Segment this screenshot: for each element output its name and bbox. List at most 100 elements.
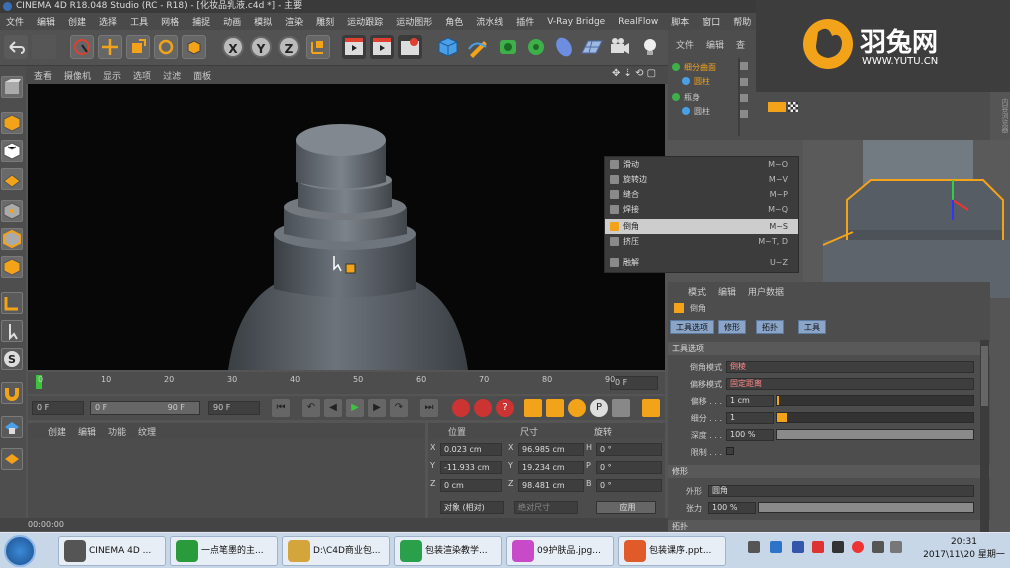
offset-mode-select[interactable]: 固定距离 — [726, 378, 974, 390]
play-button[interactable]: ▶ — [346, 399, 364, 417]
tension-field[interactable]: 100 % — [708, 502, 756, 514]
tab-topology[interactable]: 拓扑 — [756, 320, 784, 334]
size-field[interactable]: 96.985 cm — [518, 443, 584, 456]
viewport-menu-item[interactable]: 选项 — [133, 69, 151, 82]
rotation-field[interactable]: 0 ° — [596, 443, 662, 456]
key-rotation-button[interactable] — [568, 399, 586, 417]
position-field[interactable]: 0.023 cm — [440, 443, 502, 456]
subdivision-surface-icon[interactable] — [496, 35, 520, 59]
live-selection-icon[interactable] — [70, 35, 94, 59]
undo-button[interactable] — [4, 35, 28, 59]
go-to-end-button[interactable]: ⏭ — [420, 399, 438, 417]
phong-tag-icon[interactable] — [788, 102, 798, 112]
tab-shaping[interactable]: 修形 — [718, 320, 746, 334]
tray-volume-icon[interactable] — [890, 541, 902, 553]
make-editable-icon[interactable] — [1, 76, 23, 98]
context-menu-item[interactable]: 缝合 M~P — [605, 187, 798, 202]
array-icon[interactable] — [524, 35, 548, 59]
timeline-ruler[interactable]: 0 F 0 10 20 30 40 50 60 70 80 90 — [28, 372, 665, 394]
camera-icon[interactable] — [608, 35, 632, 59]
tray-shield-icon[interactable] — [832, 541, 844, 553]
current-frame-field[interactable]: 0 F — [610, 376, 658, 390]
points-mode-icon[interactable] — [1, 200, 23, 222]
floor-icon[interactable] — [580, 35, 604, 59]
om-menu-file[interactable]: 文件 — [676, 38, 694, 51]
key-parameter-button[interactable]: P — [590, 399, 608, 417]
limit-checkbox[interactable] — [726, 447, 734, 455]
lock-workplane-icon[interactable] — [1, 416, 23, 438]
menu-item[interactable]: 文件 — [6, 15, 24, 28]
tray-keyboard-icon[interactable] — [748, 541, 760, 553]
z-axis-lock-button[interactable]: Z — [278, 36, 300, 58]
keyframe-selection-button[interactable]: ? — [496, 399, 514, 417]
material-menu-item[interactable]: 编辑 — [78, 425, 96, 438]
menu-item[interactable]: 运动图形 — [396, 15, 432, 28]
position-field[interactable]: -11.933 cm — [440, 461, 502, 474]
section-shaping[interactable]: 修形 — [668, 465, 990, 478]
object-row[interactable]: 瓶身 — [672, 90, 700, 104]
attribute-scrollbar[interactable] — [980, 340, 989, 532]
menu-item[interactable]: 窗口 — [702, 15, 720, 28]
context-menu-item[interactable]: 焊接 M~Q — [605, 202, 798, 217]
taskbar-task[interactable]: D:\C4D商业包... — [282, 536, 390, 566]
menu-item[interactable]: 流水线 — [476, 15, 503, 28]
material-menu-item[interactable]: 创建 — [48, 425, 66, 438]
frame-range-slider[interactable]: 0 F 90 F — [90, 401, 200, 415]
tweak-mode-icon[interactable] — [1, 320, 23, 342]
viewport-menu-item[interactable]: 显示 — [103, 69, 121, 82]
coord-mode-select[interactable]: 对象 (相对) — [440, 501, 504, 514]
tray-security-icon[interactable] — [812, 541, 824, 553]
menu-item[interactable]: 动画 — [223, 15, 241, 28]
pen-spline-icon[interactable] — [466, 35, 490, 59]
attr-menu-edit[interactable]: 编辑 — [718, 285, 736, 298]
material-manager-area[interactable] — [28, 439, 425, 518]
taskbar-task[interactable]: CINEMA 4D ... — [58, 536, 166, 566]
object-row[interactable]: 圆柱 — [682, 104, 710, 118]
menu-item[interactable]: 网格 — [161, 15, 179, 28]
recent-tool-icon[interactable] — [182, 35, 206, 59]
menu-item[interactable]: 选择 — [99, 15, 117, 28]
timeline-window-button[interactable] — [642, 399, 660, 417]
size-field[interactable]: 19.234 cm — [518, 461, 584, 474]
render-to-picture-viewer-icon[interactable] — [370, 35, 394, 59]
menu-item[interactable]: 雕刻 — [316, 15, 334, 28]
context-menu-item[interactable]: 旋转边 M~V — [605, 172, 798, 187]
viewport-menu-item[interactable]: 摄像机 — [64, 69, 91, 82]
move-tool-icon[interactable] — [98, 35, 122, 59]
context-menu-item[interactable]: 融解 U~Z — [605, 255, 798, 270]
coordinate-system-icon[interactable] — [306, 35, 330, 59]
key-scale-button[interactable] — [546, 399, 564, 417]
next-key-button[interactable]: ↷ — [390, 399, 408, 417]
size-field[interactable]: 98.481 cm — [518, 479, 584, 492]
rotation-field[interactable]: 0 ° — [596, 479, 662, 492]
tray-network-icon[interactable] — [770, 541, 782, 553]
tray-app-icon[interactable] — [792, 541, 804, 553]
viewport-menu-item[interactable]: 查看 — [34, 69, 52, 82]
start-frame-field[interactable]: 0 F — [32, 401, 84, 415]
y-axis-lock-button[interactable]: Y — [250, 36, 272, 58]
menu-item[interactable]: 脚本 — [671, 15, 689, 28]
tab-tool[interactable]: 工具 — [798, 320, 826, 334]
menu-item[interactable]: 角色 — [445, 15, 463, 28]
menu-item[interactable]: 捕捉 — [192, 15, 210, 28]
key-pla-button[interactable] — [612, 399, 630, 417]
perspective-viewport[interactable] — [28, 84, 665, 370]
subdivision-field[interactable]: 1 — [726, 412, 774, 424]
clock[interactable]: 20:31 2017\11\20 星期一 — [922, 537, 1006, 560]
om-menu-view[interactable]: 查 — [736, 38, 745, 51]
viewport-nav-icons[interactable]: ✥ ⇣ ⟲ ▢ — [612, 68, 656, 79]
menu-item[interactable]: 工具 — [130, 15, 148, 28]
viewport-menu-item[interactable]: 过滤 — [163, 69, 181, 82]
tab-tool-options[interactable]: 工具选项 — [670, 320, 714, 334]
taskbar-task[interactable]: 一点笔墨的主... — [170, 536, 278, 566]
material-menu-item[interactable]: 功能 — [108, 425, 126, 438]
secondary-viewport[interactable] — [803, 140, 1010, 298]
record-button[interactable] — [452, 399, 470, 417]
start-button[interactable] — [4, 535, 36, 567]
rotation-field[interactable]: 0 ° — [596, 461, 662, 474]
tray-notify-icon[interactable] — [852, 541, 864, 553]
axis-mode-icon[interactable] — [1, 292, 23, 314]
bevel-mode-select[interactable]: 倒棱 — [726, 361, 974, 373]
edges-mode-icon[interactable] — [1, 228, 23, 250]
subdivision-slider[interactable] — [776, 412, 974, 423]
